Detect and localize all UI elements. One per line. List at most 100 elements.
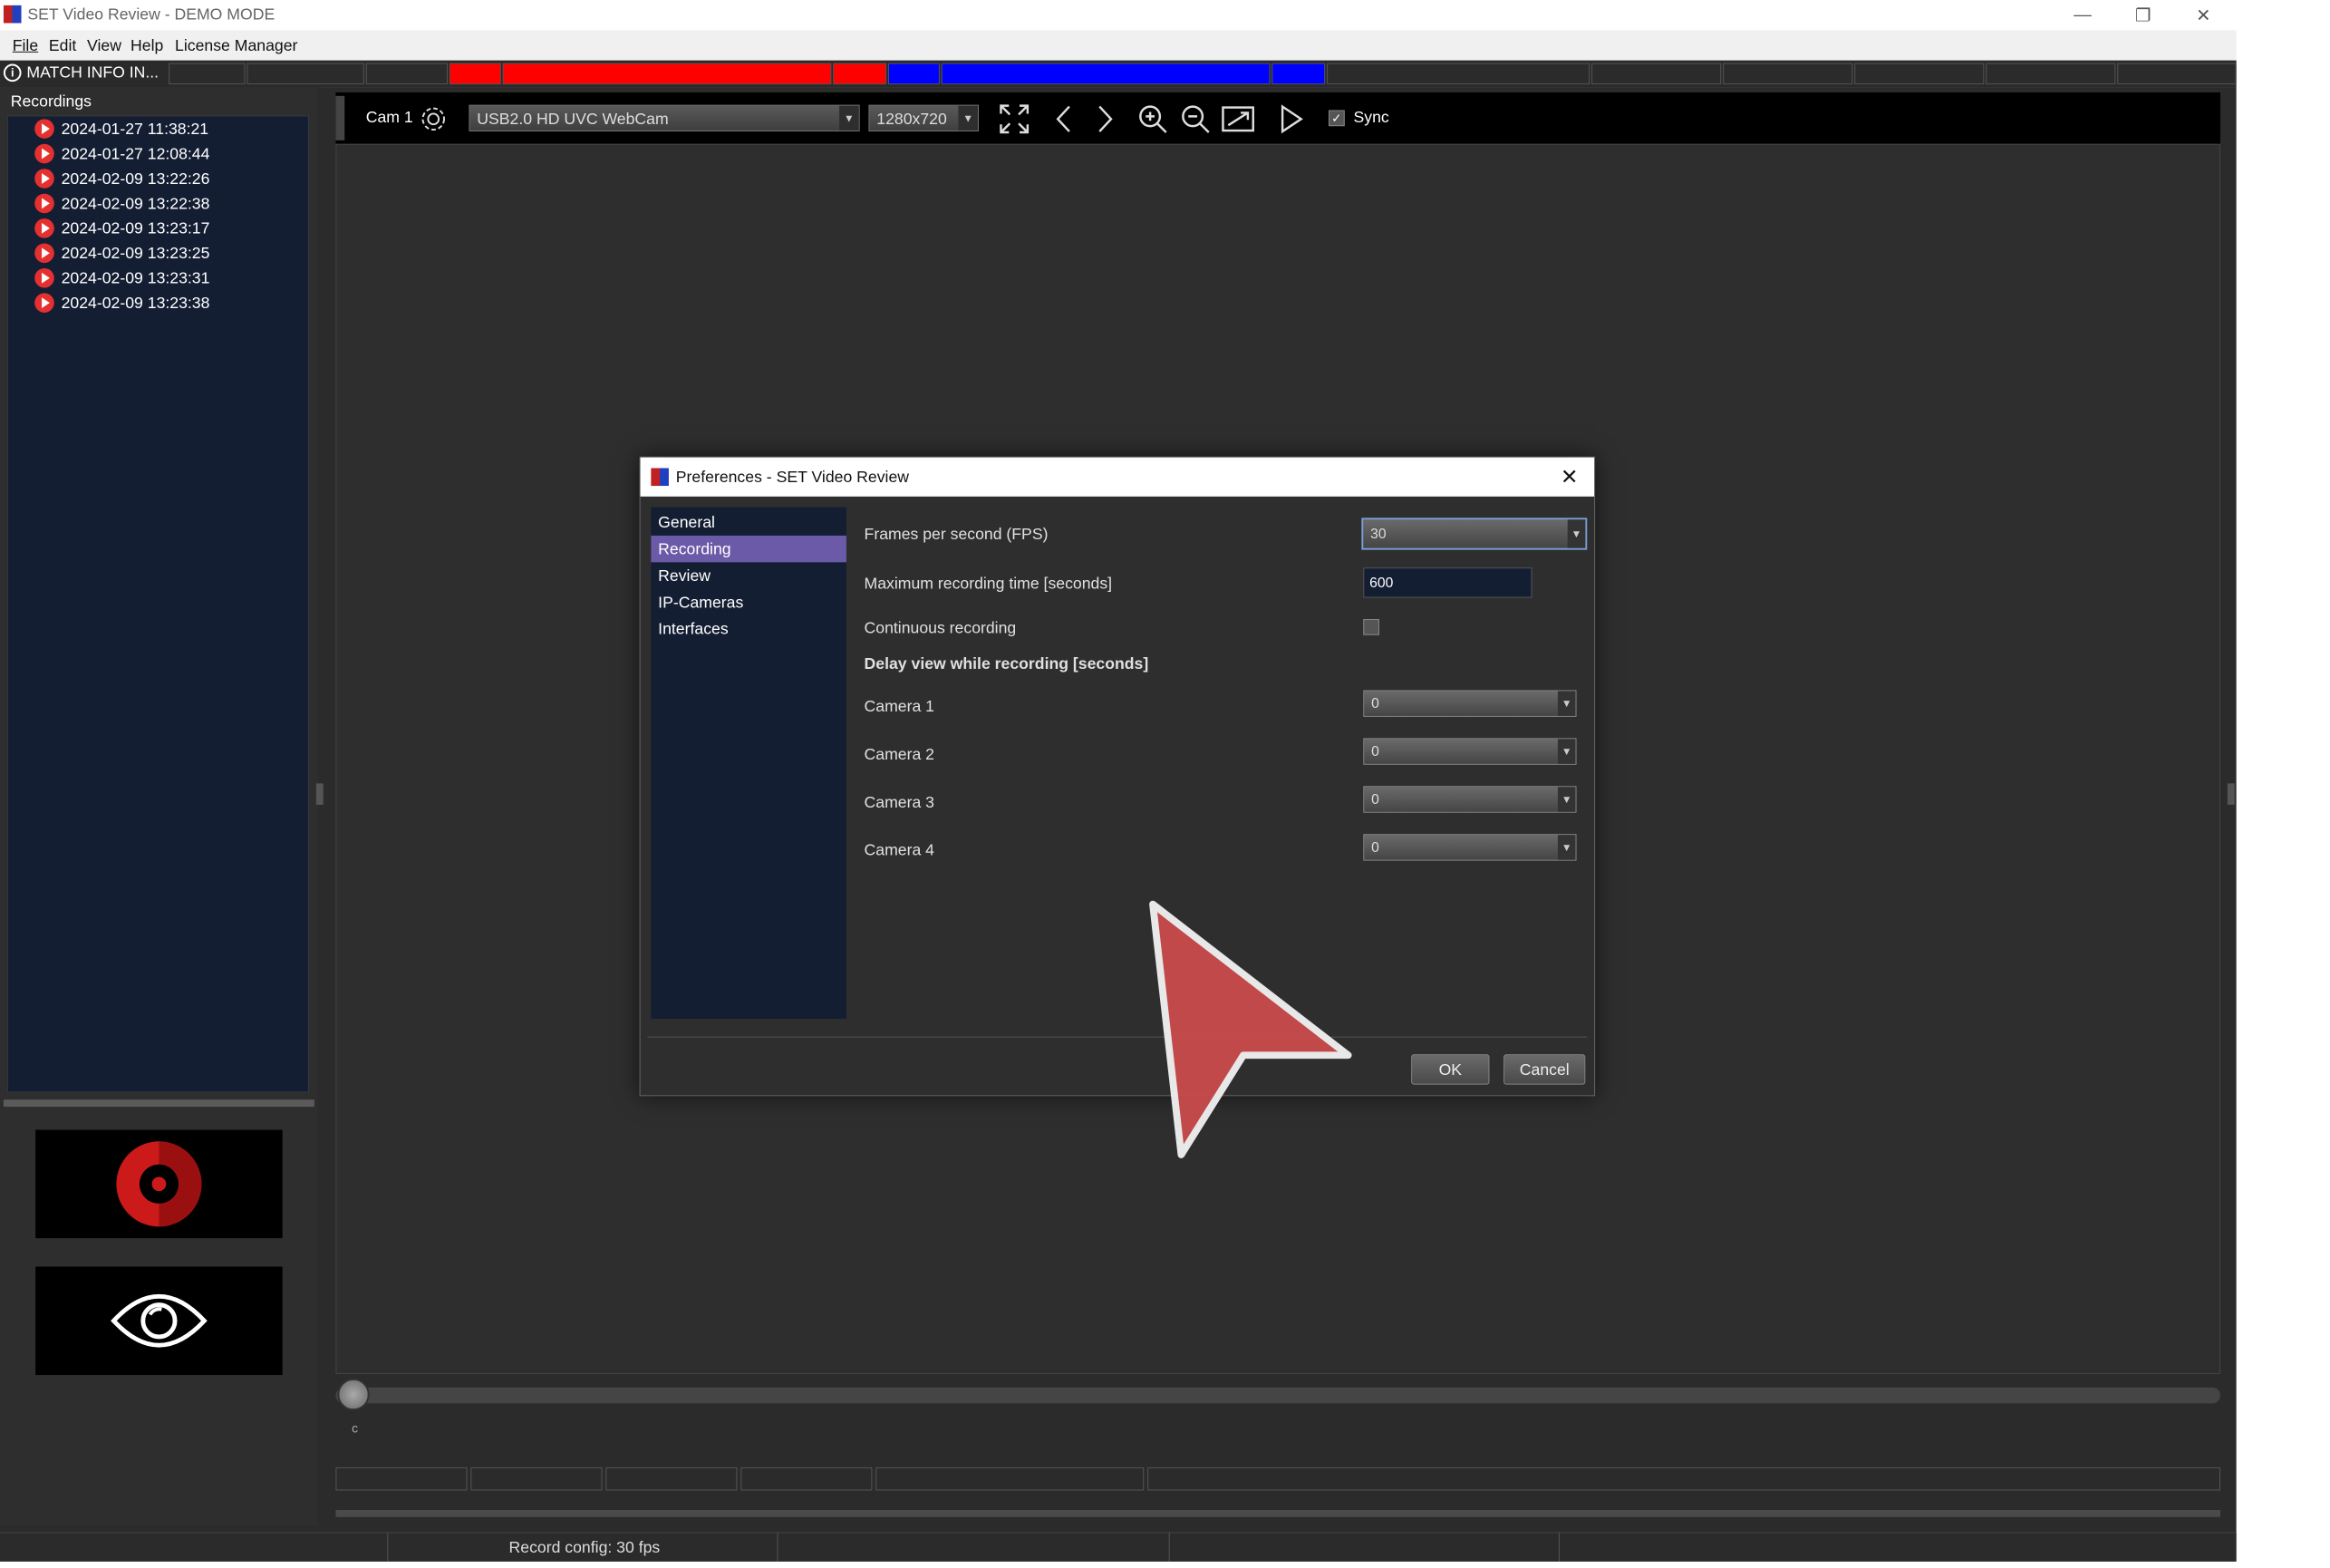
record-icon bbox=[116, 1141, 202, 1227]
fps-select[interactable]: 30 ▼ bbox=[1361, 518, 1588, 550]
red-segment bbox=[449, 63, 501, 85]
nav-recording[interactable]: Recording bbox=[651, 535, 846, 563]
pointer-arrow-icon bbox=[1149, 900, 1352, 1158]
camera-4-label: Camera 4 bbox=[864, 841, 934, 859]
menu-view[interactable]: View bbox=[87, 36, 121, 55]
score-segment bbox=[1591, 63, 1722, 85]
blue-team-bar bbox=[941, 63, 1271, 85]
menu-license-manager[interactable]: License Manager bbox=[175, 36, 297, 55]
recording-item[interactable]: 2024-02-09 13:23:25 bbox=[34, 241, 209, 266]
window-title: SET Video Review - DEMO MODE bbox=[27, 5, 276, 24]
camera-2-delay-select[interactable]: 0 ▼ bbox=[1363, 738, 1577, 765]
menu-bar: File Edit View Help License Manager bbox=[0, 30, 2237, 61]
score-segment bbox=[247, 63, 364, 85]
next-icon[interactable] bbox=[1088, 103, 1123, 135]
camera-4-delay-select[interactable]: 0 ▼ bbox=[1363, 834, 1577, 861]
close-icon[interactable]: ✕ bbox=[1561, 465, 1579, 490]
recording-play-icon bbox=[34, 267, 54, 288]
camera-1-delay-select[interactable]: 0 ▼ bbox=[1363, 690, 1577, 717]
camera-label: Cam 1 bbox=[365, 108, 413, 127]
info-segment bbox=[605, 1466, 738, 1491]
delay-view-heading: Delay view while recording [seconds] bbox=[864, 654, 1149, 673]
chevron-down-icon: ▼ bbox=[1557, 787, 1576, 812]
chevron-down-icon: ▼ bbox=[958, 105, 978, 131]
dialog-divider bbox=[647, 1036, 1588, 1038]
recording-play-icon bbox=[34, 119, 54, 139]
fullscreen-icon[interactable] bbox=[997, 103, 1032, 135]
nav-interfaces[interactable]: Interfaces bbox=[651, 615, 846, 642]
menu-file[interactable]: File bbox=[13, 36, 38, 55]
gear-icon[interactable] bbox=[416, 103, 451, 135]
zoom-in-icon[interactable] bbox=[1135, 103, 1170, 135]
max-recording-time-input[interactable]: 600 bbox=[1363, 567, 1532, 598]
chevron-down-icon: ▼ bbox=[839, 105, 859, 131]
menu-edit[interactable]: Edit bbox=[49, 36, 76, 55]
sync-checkbox[interactable]: ✓ bbox=[1329, 110, 1345, 127]
ok-button[interactable]: OK bbox=[1411, 1054, 1490, 1085]
recording-item[interactable]: 2024-02-09 13:23:38 bbox=[34, 290, 209, 315]
nav-general[interactable]: General bbox=[651, 509, 846, 536]
score-segment bbox=[1723, 63, 1853, 85]
recording-play-icon bbox=[34, 143, 54, 164]
bottom-scrollbar[interactable] bbox=[335, 1510, 2221, 1517]
info-segment bbox=[740, 1466, 873, 1491]
resolution-select[interactable]: 1280x720 ▼ bbox=[868, 104, 979, 132]
recording-item[interactable]: 2024-01-27 12:08:44 bbox=[34, 141, 209, 166]
minimize-button[interactable]: — bbox=[2052, 0, 2114, 30]
restore-button[interactable]: ❐ bbox=[2112, 0, 2174, 30]
recording-play-icon bbox=[34, 218, 54, 238]
previous-icon[interactable] bbox=[1046, 103, 1081, 135]
timeline-knob[interactable] bbox=[337, 1378, 370, 1411]
match-info-button[interactable]: i MATCH INFO IN... bbox=[3, 63, 159, 82]
toolbar-grip[interactable] bbox=[335, 95, 345, 140]
dialog-title-bar: Preferences - SET Video Review ✕ bbox=[640, 457, 1595, 497]
recordings-list[interactable]: 2024-01-27 11:38:21 2024-01-27 12:08:44 … bbox=[6, 115, 310, 1093]
splitter-handle[interactable] bbox=[315, 783, 324, 805]
blue-segment bbox=[888, 63, 940, 85]
nav-ip-cameras[interactable]: IP-Cameras bbox=[651, 589, 846, 615]
preferences-dialog: Preferences - SET Video Review ✕ General… bbox=[639, 456, 1596, 1097]
panel-splitter[interactable] bbox=[3, 1099, 314, 1108]
continuous-recording-checkbox[interactable] bbox=[1363, 619, 1379, 635]
info-segment bbox=[335, 1466, 468, 1491]
recording-item[interactable]: 2024-02-09 13:23:17 bbox=[34, 216, 209, 240]
chevron-down-icon: ▼ bbox=[1557, 835, 1576, 860]
red-team-bar bbox=[502, 63, 832, 85]
nav-review[interactable]: Review bbox=[651, 562, 846, 588]
cancel-button[interactable]: Cancel bbox=[1503, 1054, 1586, 1085]
record-tile[interactable] bbox=[35, 1129, 283, 1239]
view-tile[interactable] bbox=[35, 1266, 283, 1376]
play-icon[interactable] bbox=[1273, 103, 1309, 135]
score-segment bbox=[1327, 63, 1590, 85]
info-segment bbox=[1147, 1466, 2220, 1491]
fps-label: Frames per second (FPS) bbox=[864, 525, 1049, 543]
record-config-status: Record config: 30 fps bbox=[508, 1538, 661, 1556]
camera-toolbar: Cam 1 USB2.0 HD UVC WebCam ▼ 1280x720 ▼ bbox=[335, 92, 2221, 144]
recording-play-icon bbox=[34, 243, 54, 264]
zoom-out-icon[interactable] bbox=[1177, 103, 1213, 135]
chevron-down-icon: ▼ bbox=[1557, 691, 1576, 716]
score-segment bbox=[1854, 63, 1985, 85]
recording-play-icon bbox=[34, 293, 54, 313]
timeline-track[interactable] bbox=[335, 1387, 2221, 1404]
close-window-button[interactable]: ✕ bbox=[2172, 0, 2235, 30]
fit-to-window-icon[interactable] bbox=[1221, 103, 1256, 135]
app-logo-icon bbox=[651, 468, 669, 487]
splitter-handle[interactable] bbox=[2227, 783, 2235, 805]
info-icon: i bbox=[3, 63, 22, 82]
recording-item[interactable]: 2024-02-09 13:22:26 bbox=[34, 166, 209, 190]
score-segment bbox=[169, 63, 246, 85]
recording-item[interactable]: 2024-01-27 11:38:21 bbox=[34, 116, 208, 140]
camera-device-select[interactable]: USB2.0 HD UVC WebCam ▼ bbox=[469, 104, 860, 132]
recording-item[interactable]: 2024-02-09 13:23:31 bbox=[34, 266, 209, 290]
info-segment bbox=[470, 1466, 603, 1491]
recording-item[interactable]: 2024-02-09 13:22:38 bbox=[34, 191, 209, 216]
timeline-position-label: c bbox=[352, 1421, 358, 1436]
title-bar: SET Video Review - DEMO MODE — ❐ ✕ bbox=[0, 0, 2237, 31]
info-segment bbox=[875, 1466, 1145, 1491]
blue-segment bbox=[1271, 63, 1326, 85]
recordings-title: Recordings bbox=[10, 92, 92, 111]
camera-3-delay-select[interactable]: 0 ▼ bbox=[1363, 786, 1577, 813]
score-segment bbox=[1986, 63, 2116, 85]
menu-help[interactable]: Help bbox=[131, 36, 163, 55]
